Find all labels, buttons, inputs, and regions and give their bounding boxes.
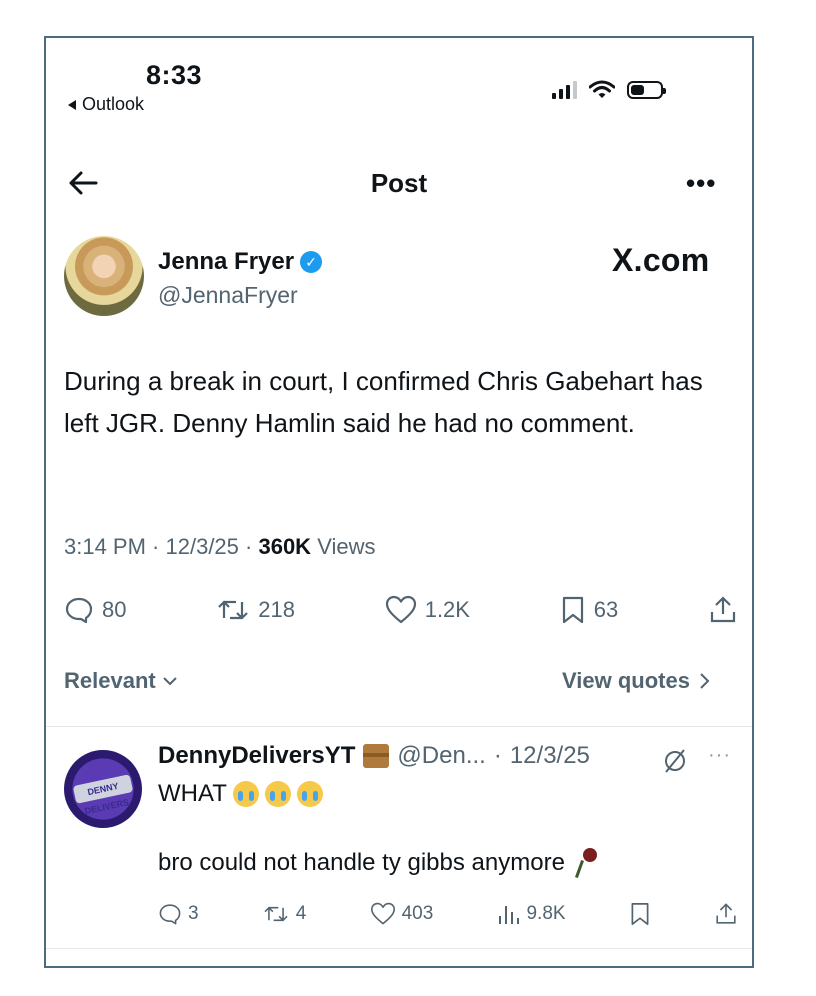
chevron-right-icon (700, 673, 710, 689)
reply-views-count: 9.8K (526, 903, 566, 924)
relevant-label: Relevant (64, 668, 156, 693)
like-count: 1.2K (424, 597, 470, 622)
post-meta: 3:14 PM · 12/3/25 · 360K Views (64, 534, 376, 559)
reply-like-button[interactable]: 403 (370, 902, 434, 926)
share-icon (710, 596, 736, 623)
crying-emoji-icon (296, 781, 323, 807)
avatar-logo-text: DENNY DELIVERS (72, 774, 134, 816)
cellular-signal-icon (552, 81, 577, 99)
divider (46, 948, 752, 949)
back-app-label: Outlook (82, 94, 145, 114)
crying-emoji-icon (232, 781, 259, 807)
page-title: Post (370, 168, 428, 198)
reply-author-name[interactable]: DennyDeliversYT (158, 742, 355, 770)
reply-text-line2: bro could not handle ty gibbs anymore (158, 848, 599, 878)
heart-icon (385, 595, 416, 624)
post-text: During a break in court, I confirmed Chr… (64, 366, 703, 438)
reply-repost-button[interactable]: 4 (262, 903, 307, 925)
verified-badge-icon: ✓ (300, 251, 323, 273)
share-icon (716, 903, 736, 924)
status-icons (552, 80, 666, 100)
chevron-down-icon (163, 677, 177, 686)
share-button[interactable] (708, 595, 738, 625)
reply-count: 80 (102, 597, 127, 622)
back-triangle-icon (68, 99, 76, 110)
back-to-app-link[interactable]: Outlook (68, 94, 144, 115)
crying-emoji-icon (264, 781, 291, 807)
author-name-text: Jenna Fryer (158, 248, 295, 275)
like-button[interactable]: 1.2K (385, 595, 470, 625)
watermark-text: X.com (612, 242, 710, 278)
battery-icon (627, 81, 666, 99)
reply-repost-count: 4 (295, 903, 307, 924)
reply-author-avatar[interactable]: DENNY DELIVERS (64, 750, 142, 828)
reply-button[interactable]: 80 (64, 595, 126, 625)
package-emoji-icon (363, 744, 390, 768)
reply-views-button[interactable]: 9.8K (496, 902, 566, 926)
reply-bubble-icon (65, 597, 93, 624)
reply-author-handle[interactable]: @Den... (397, 742, 485, 770)
sort-relevant-dropdown[interactable]: Relevant (64, 668, 178, 694)
reply-text-word: WHAT (158, 780, 227, 807)
reply-reply-count: 3 (188, 903, 199, 924)
author-avatar[interactable] (64, 236, 144, 316)
reply-text-line1: WHAT (158, 780, 323, 808)
view-quotes-link[interactable]: View quotes (562, 668, 710, 694)
reply-more-options-button[interactable]: ··· (708, 744, 731, 767)
repost-button[interactable]: 218 (216, 596, 295, 624)
reply-header: DennyDeliversYT @Den... · 12/3/25 (158, 742, 590, 770)
bookmark-icon (562, 596, 583, 624)
phone-screenshot-frame: 8:33 Outlook Post ••• Jenna Fryer ✓ @Jen… (44, 36, 754, 968)
bookmark-icon (631, 903, 649, 925)
heart-icon (370, 902, 395, 925)
reply-bubble-icon (159, 904, 181, 925)
analytics-bars-icon (499, 906, 520, 924)
grok-icon[interactable] (662, 748, 688, 774)
more-options-button[interactable]: ••• (686, 168, 716, 199)
post-time: 3:14 PM (64, 534, 146, 559)
views-label: Views (317, 534, 376, 559)
reply-date: 12/3/25 (509, 742, 590, 769)
post-date: 12/3/25 (165, 534, 239, 559)
views-count: 360K (258, 534, 312, 559)
view-quotes-label: View quotes (562, 668, 690, 693)
reply-reply-button[interactable]: 3 (158, 902, 199, 926)
reply-share-button[interactable] (714, 902, 738, 926)
post-actions: 80 218 1.2K 63 (64, 590, 738, 630)
reply-bookmark-button[interactable] (629, 901, 651, 927)
bookmark-count: 63 (593, 597, 619, 622)
wifi-icon (589, 80, 615, 98)
repost-count: 218 (258, 597, 295, 622)
reply-text-sentence: bro could not handle ty gibbs anymore (158, 849, 565, 876)
bookmark-button[interactable]: 63 (560, 595, 618, 625)
reply-like-count: 403 (401, 903, 434, 924)
repost-icon (218, 600, 249, 620)
status-time: 8:33 (146, 60, 203, 90)
reply-actions: 3 4 403 9.8K (158, 898, 738, 930)
author-name[interactable]: Jenna Fryer ✓ (158, 248, 323, 276)
divider (46, 726, 752, 727)
repost-icon (264, 906, 288, 922)
wilted-rose-emoji-icon (573, 848, 599, 878)
author-handle[interactable]: @JennaFryer (158, 282, 298, 309)
